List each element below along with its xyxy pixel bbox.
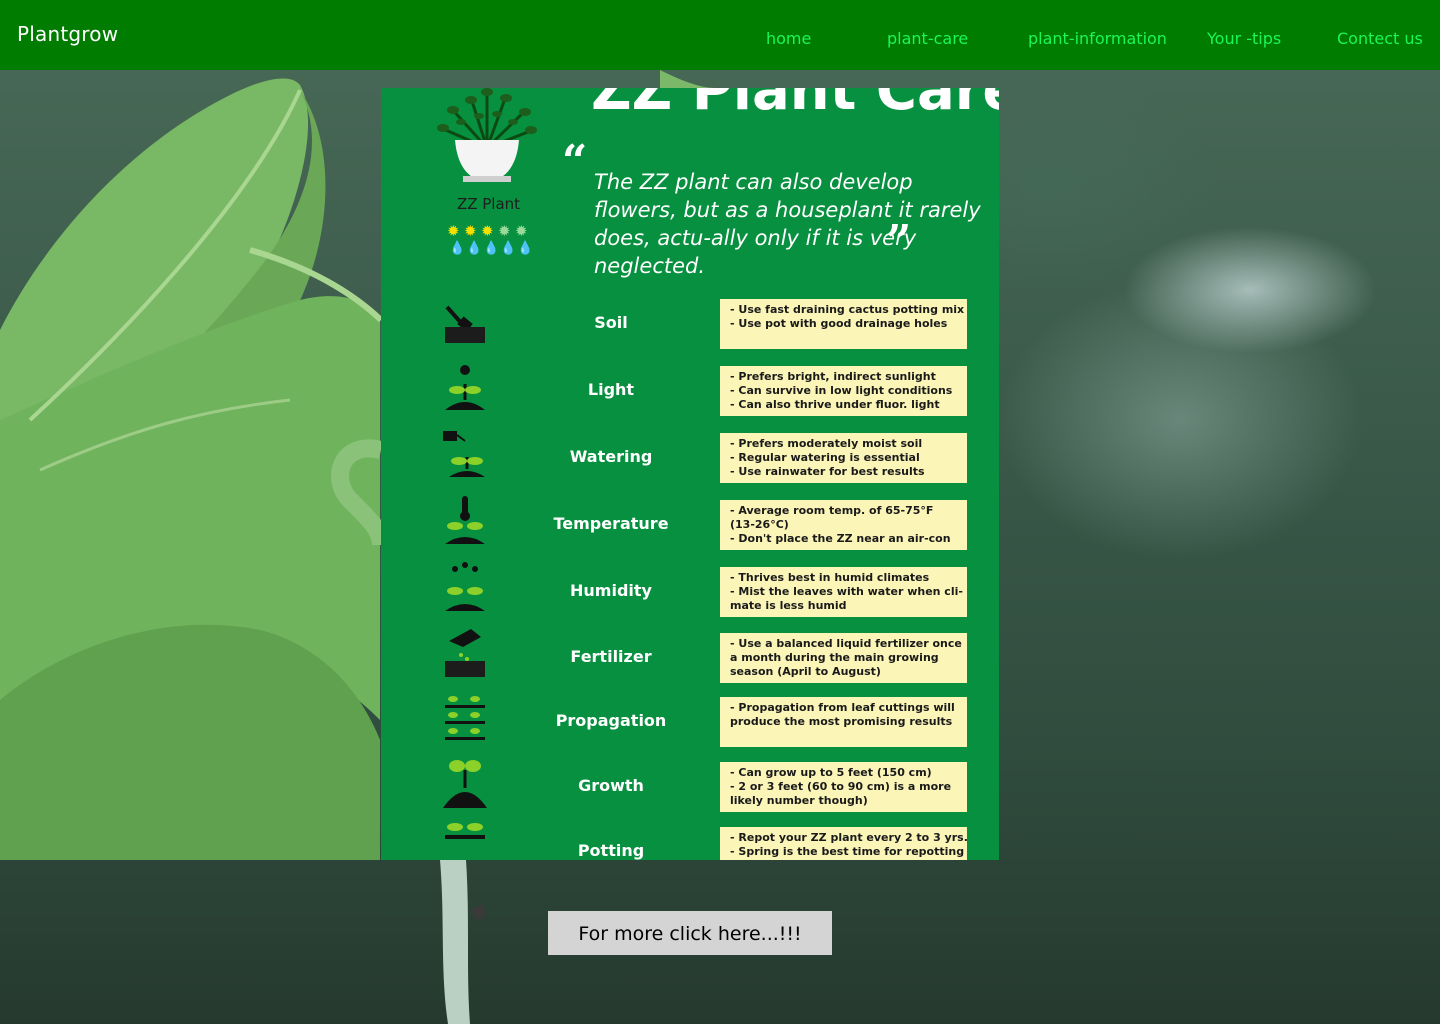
water-drops-sprout-icon [445, 562, 485, 611]
sun-rating-empty-icon: ✹ [498, 222, 511, 240]
care-row-label: Growth [578, 776, 644, 795]
sun-rating-icon: ✹ [481, 222, 494, 240]
care-row-tips-box: - Prefers moderately moist soil - Regular… [720, 433, 967, 483]
hand-fertilizer-icon [445, 629, 485, 677]
care-tip-line: produce the most promising results [730, 715, 953, 728]
care-row-tips-box: - Prefers bright, indirect sunlight - Can… [720, 366, 967, 416]
potted-zz-plant-icon [437, 88, 537, 182]
care-tip-line: - Spring is the best time for repotting [730, 845, 965, 858]
care-tip-line: (13-26°C) [730, 518, 789, 531]
care-tip-line: - Use fast draining cactus potting mix [730, 303, 965, 316]
sun-rating-icon: ✹ [447, 222, 460, 240]
care-row-label: Watering [569, 447, 653, 466]
care-tip-line: - Prefers moderately moist soil [730, 437, 923, 450]
nav-link-contact-us[interactable]: Contect us [1337, 29, 1423, 48]
water-rating-icon: 💧 [483, 241, 500, 256]
soil-shovel-icon [445, 305, 485, 343]
potted-sprout-icon [445, 823, 485, 839]
thermometer-sprout-icon [445, 496, 485, 544]
care-tip-line: a month during the main growing [730, 651, 939, 664]
watering-can-icon [443, 431, 485, 477]
care-tip-line: - Repot your ZZ plant every 2 to 3 yrs. [730, 831, 968, 844]
nav-link-home[interactable]: home [766, 29, 811, 48]
open-quote-icon: “ [562, 136, 588, 187]
care-row-tips-box: - Use a balanced liquid fertilizer once a… [720, 633, 967, 683]
care-tip-line: - Don't place the ZZ near an air-con [730, 532, 951, 545]
nav-link-your-tips[interactable]: Your -tips [1207, 29, 1281, 48]
water-rating-icon: 💧 [449, 241, 466, 256]
care-row-label: Potting [577, 841, 645, 860]
care-tip-line: likely number though) [730, 794, 868, 807]
care-tip-line: - Use pot with good drainage holes [730, 317, 948, 330]
zz-plant-care-infographic: ZZ Plant Care ZZ Plant ✹ ✹ ✹ ✹ ✹ 💧 💧 💧 💧… [381, 88, 999, 860]
care-tip-line: - Average room temp. of 65-75°F [730, 504, 934, 517]
care-row-tips-box: - Can grow up to 5 feet (150 cm) - 2 or 3… [720, 762, 967, 812]
care-row-tips-box: - Average room temp. of 65-75°F (13-26°C)… [720, 500, 967, 550]
care-tip-line: season (April to August) [730, 665, 881, 678]
care-tip-line: - Use rainwater for best results [730, 465, 925, 478]
care-row-tips-box: - Propagation from leaf cuttings will pro… [720, 697, 967, 747]
care-row-label: Temperature [553, 514, 669, 533]
seedlings-tray-icon [445, 696, 485, 740]
care-tip-line: - Mist the leaves with water when cli- [730, 585, 963, 598]
more-info-button[interactable]: For more click here...!!! [548, 911, 832, 955]
care-row-label: Fertilizer [570, 647, 652, 666]
care-tip-line: - Use a balanced liquid fertilizer once [730, 637, 962, 650]
water-rating-empty-icon: 💧 [500, 241, 517, 256]
poster-quote: The ZZ plant can also develop flowers, b… [594, 170, 981, 278]
sun-rating-icon: ✹ [464, 222, 477, 240]
care-row-label: Humidity [570, 581, 652, 600]
care-tip-line: mate is less humid [730, 599, 847, 612]
nav-link-plant-information[interactable]: plant-information [1028, 29, 1167, 48]
care-row-label: Soil [594, 313, 628, 332]
water-rating-icon: 💧 [466, 241, 483, 256]
poster-title: ZZ Plant Care [591, 88, 999, 123]
care-row-tips-box: - Thrives best in humid climates - Mist t… [720, 567, 967, 617]
plant-name-label: ZZ Plant [456, 195, 521, 213]
sun-sprout-icon [445, 365, 485, 410]
water-rating-empty-icon: 💧 [517, 241, 534, 256]
care-tip-line: - Can grow up to 5 feet (150 cm) [730, 766, 932, 779]
close-quote-icon: ” [886, 216, 912, 267]
care-tip-line: - 2 or 3 feet (60 to 90 cm) is a more [730, 780, 952, 793]
care-row-label: Light [587, 380, 635, 399]
care-tip-line: - Propagation from leaf cuttings will [730, 701, 955, 714]
care-tip-line: - Regular watering is essential [730, 451, 920, 464]
brand-logo-text[interactable]: Plantgrow [17, 22, 118, 46]
nav-link-plant-care[interactable]: plant-care [887, 29, 968, 48]
growing-plant-icon [443, 760, 487, 808]
care-tip-line: - Prefers bright, indirect sunlight [730, 370, 936, 383]
care-tip-line: - Thrives best in humid climates [730, 571, 930, 584]
care-row-tips-box: - Use fast draining cactus potting mix - … [720, 299, 967, 349]
care-row-tips-box: - Repot your ZZ plant every 2 to 3 yrs. -… [720, 827, 968, 860]
top-navbar: Plantgrow home plant-care plant-informat… [0, 0, 1440, 70]
care-tip-line: - Can also thrive under fluor. light [730, 398, 940, 411]
care-tip-line: - Can survive in low light conditions [730, 384, 953, 397]
sun-rating-empty-icon: ✹ [515, 222, 528, 240]
care-row-label: Propagation [555, 711, 667, 730]
